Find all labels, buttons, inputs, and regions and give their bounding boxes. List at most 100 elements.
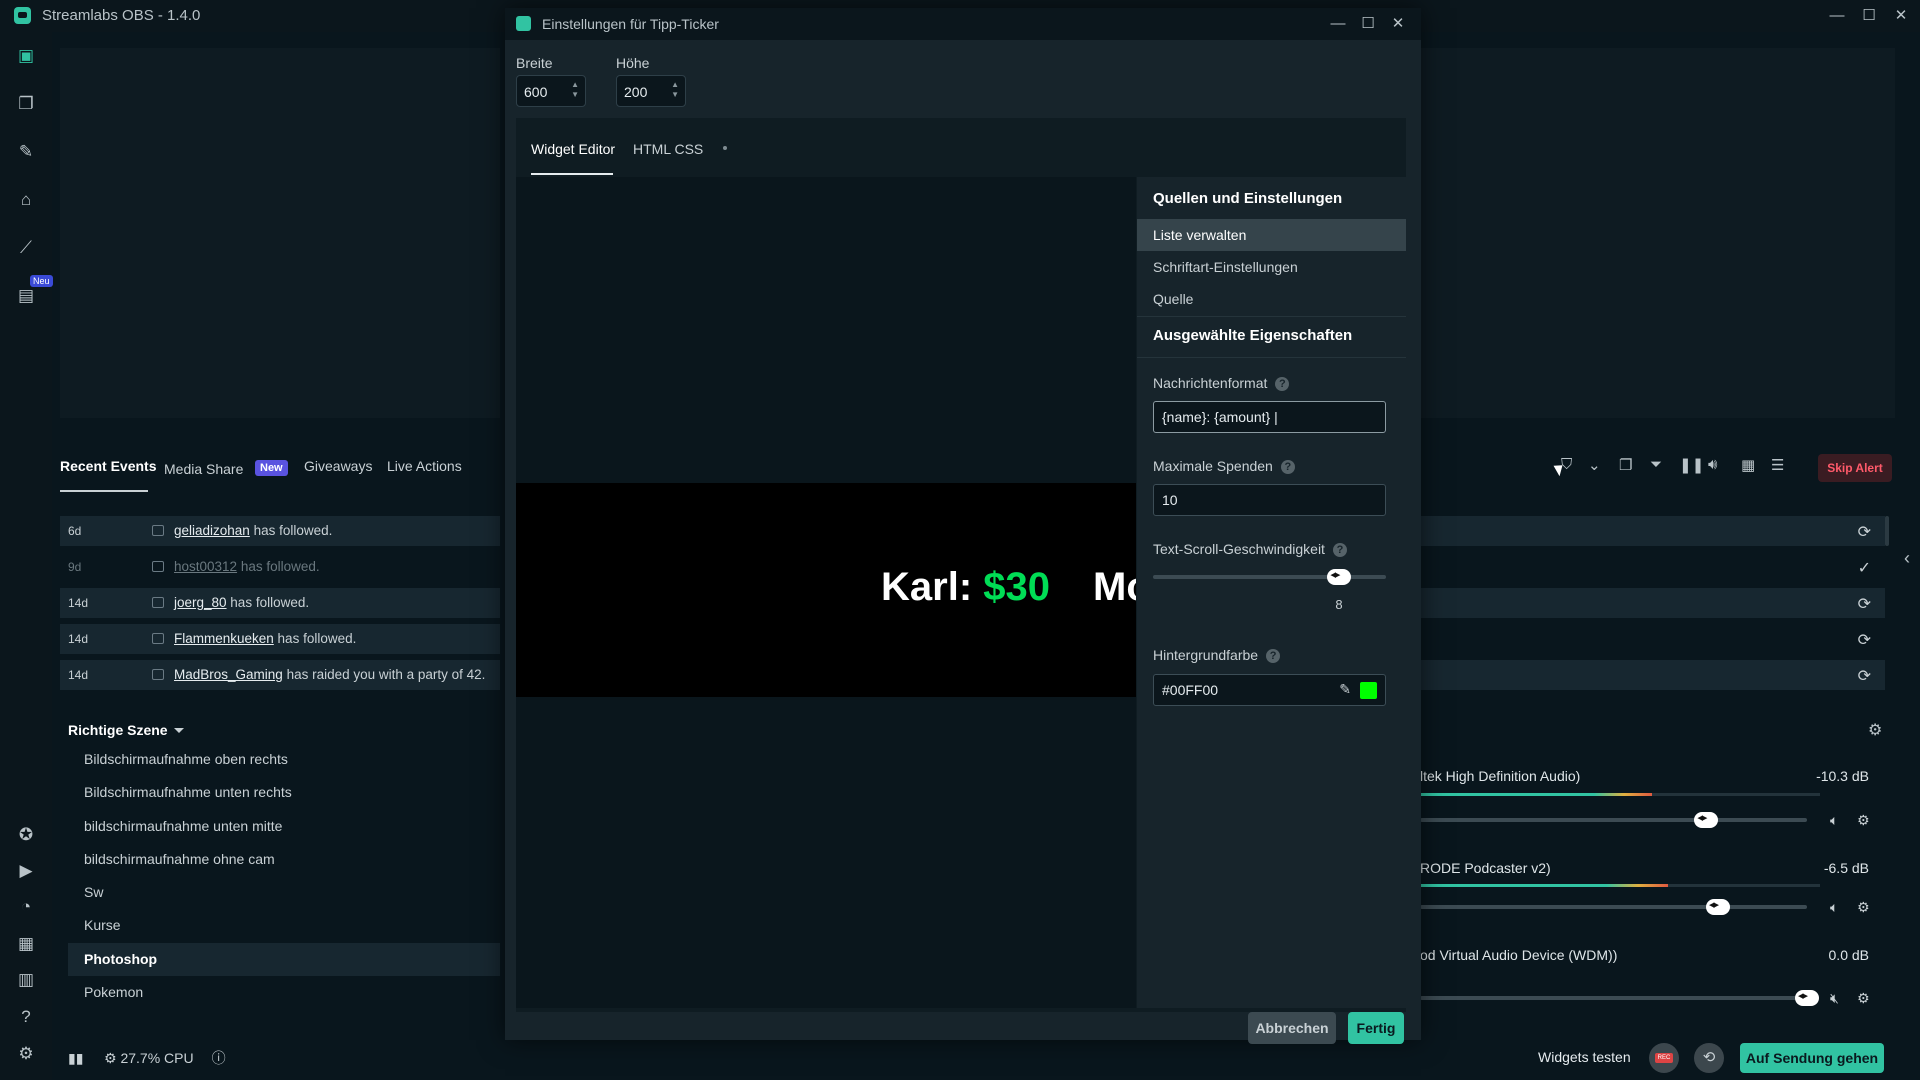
event-user-link[interactable]: Flammenkueken (174, 631, 274, 646)
repeat-icon[interactable]: ⟳ (1858, 666, 1871, 686)
replay-buffer-icon[interactable]: ⟲ (1694, 1043, 1724, 1073)
bg-color-input[interactable]: #00FF00 ✎ (1153, 674, 1386, 706)
scene-item[interactable]: Bildschirmaufnahme oben rechts (68, 743, 500, 776)
widgets-test-button[interactable]: Widgets testen (1538, 1049, 1631, 1065)
pause-icon[interactable]: ❚❚ (1679, 456, 1704, 474)
dialog-close-button[interactable]: ✕ (1383, 11, 1413, 37)
tab-html-css[interactable]: HTML CSS (633, 141, 703, 157)
apps-grid-icon[interactable]: ▦ (15, 933, 37, 955)
alert-row[interactable]: ⟳ (1420, 516, 1885, 546)
gear-icon[interactable]: ⚙ (1857, 899, 1870, 916)
eyedropper-icon[interactable]: ✎ (1339, 681, 1351, 698)
mixer-settings-gear-icon[interactable]: ⚙ (1868, 720, 1882, 740)
store-icon[interactable]: ⌂ (15, 189, 37, 211)
sidebar-item-source[interactable]: Quelle (1137, 283, 1406, 315)
gear-icon[interactable]: ⚙ (1857, 990, 1870, 1007)
scene-item[interactable]: Pokemon (68, 976, 500, 1009)
tab-media-share[interactable]: Media Share (164, 461, 243, 477)
gear-icon[interactable]: ⚙ (1857, 812, 1870, 829)
go-live-button[interactable]: Auf Sendung gehen (1740, 1043, 1884, 1073)
help-icon[interactable]: ? (1332, 543, 1347, 557)
alert-row[interactable]: ⟳ (1420, 660, 1885, 690)
scroll-speed-slider-track[interactable] (1153, 575, 1386, 579)
dialog-minimize-button[interactable]: — (1323, 11, 1353, 37)
tab-live-actions[interactable]: Live Actions (387, 458, 462, 474)
minimize-button[interactable]: — (1820, 3, 1854, 29)
repeat-icon[interactable]: ⟳ (1858, 522, 1871, 542)
tab-widget-editor[interactable]: Widget Editor (531, 141, 615, 157)
volume-slider-track[interactable] (1420, 818, 1807, 822)
stepper-arrows-icon[interactable]: ▲ ▼ (571, 80, 579, 100)
scene-item-active[interactable]: Photoshop (68, 942, 500, 977)
prime-icon[interactable]: ✪ (15, 824, 37, 846)
sidebar-item-font-settings[interactable]: Schriftart-Einstellungen (1137, 251, 1406, 283)
width-input[interactable]: 600 ▲ ▼ (516, 75, 586, 107)
close-button[interactable]: ✕ (1884, 3, 1918, 29)
repeat-icon[interactable]: ⟳ (1858, 594, 1871, 614)
maximize-button[interactable]: ☐ (1852, 3, 1886, 29)
alert-row[interactable]: ✓ (1420, 552, 1885, 582)
height-input[interactable]: 200 ▲ ▼ (616, 75, 686, 107)
help-icon[interactable]: ? (1266, 649, 1281, 663)
event-row[interactable]: 14d joerg_80 has followed. (60, 588, 500, 618)
themes-icon[interactable]: ✎ (15, 141, 37, 163)
volume-slider-track[interactable] (1420, 905, 1807, 909)
max-donations-input[interactable]: 10 (1153, 484, 1386, 516)
sidebar-item-manage-list[interactable]: Liste verwalten (1137, 219, 1406, 251)
tab-recent-events[interactable]: Recent Events (60, 458, 156, 474)
volume-slider-knob[interactable] (1694, 811, 1719, 828)
scene-collection-dropdown[interactable]: Richtige Szene (68, 722, 168, 738)
event-user-link[interactable]: joerg_80 (174, 595, 227, 610)
cancel-button[interactable]: Abbrechen (1248, 1012, 1336, 1044)
help-icon[interactable]: ? (1280, 460, 1295, 474)
color-swatch[interactable] (1360, 682, 1377, 699)
scrollbar[interactable] (1885, 516, 1889, 546)
volume-slider-knob[interactable] (1705, 898, 1730, 915)
tab-giveaways[interactable]: Giveaways (304, 458, 372, 474)
chevron-left-icon[interactable]: ‹ (1904, 548, 1910, 569)
speaker-icon[interactable]: 🔈︎ (1830, 899, 1838, 916)
play-icon[interactable]: ▶ (15, 860, 37, 882)
help-icon[interactable]: ? (15, 1006, 37, 1028)
scene-item[interactable]: Bildschirmaufnahme unten rechts (68, 776, 500, 809)
record-button[interactable]: REC (1649, 1043, 1679, 1073)
list-view-icon[interactable]: ☰ (1771, 456, 1784, 474)
help-icon[interactable]: ? (1275, 377, 1290, 391)
done-button[interactable]: Fertig (1348, 1012, 1404, 1044)
scroll-speed-slider-knob[interactable] (1327, 568, 1352, 585)
scene-item[interactable]: Sw (68, 876, 500, 909)
filter-icon[interactable]: ⏷ (1650, 456, 1662, 473)
volume-slider-track[interactable] (1420, 996, 1807, 1000)
stepper-arrows-icon[interactable]: ▲ ▼ (671, 80, 679, 100)
library-icon[interactable]: ❐ (15, 93, 37, 115)
event-user-link[interactable]: host00312 (174, 559, 237, 574)
scene-item[interactable]: Kurse (68, 909, 500, 942)
dialog-maximize-button[interactable]: ☐ (1353, 11, 1383, 37)
event-row[interactable]: 14d Flammenkueken has followed. (60, 624, 500, 654)
alert-row[interactable]: ⟳ (1420, 588, 1885, 618)
scene-item[interactable]: bildschirmaufnahme unten mitte (68, 810, 500, 843)
message-format-input[interactable]: {name}: {amount} | (1153, 401, 1386, 433)
editor-icon[interactable]: ▣ (15, 45, 37, 67)
dashboard-chart-icon[interactable]: ⟋ (15, 237, 37, 259)
layout-icon[interactable]: ▥ (15, 969, 37, 991)
studio-mode-icon[interactable]: ▤ (15, 285, 37, 307)
skip-alert-button[interactable]: Skip Alert (1818, 454, 1892, 482)
event-row[interactable]: 6d geliadizohan has followed. (60, 516, 500, 546)
speaker-icon[interactable]: 🔈︎ (1830, 812, 1838, 829)
info-icon[interactable]: ⓘ (212, 1050, 226, 1066)
alert-row[interactable]: ⟳ (1420, 624, 1885, 654)
event-user-link[interactable]: MadBros_Gaming (174, 667, 283, 682)
settings-gear-icon[interactable]: ⚙ (15, 1043, 37, 1065)
event-row[interactable]: 14d MadBros_Gaming has raided you with a… (60, 660, 500, 690)
event-row[interactable]: 9d host00312 has followed. (60, 552, 500, 582)
chevron-down-icon[interactable] (174, 728, 184, 733)
widget-preview-canvas[interactable]: Karl: $30 Mo (516, 177, 1136, 1008)
chevron-down-icon[interactable]: ⌄ (1588, 456, 1601, 474)
copy-icon[interactable]: ❐ (1619, 456, 1632, 474)
volume-slider-knob[interactable] (1795, 989, 1819, 1006)
muted-speaker-icon[interactable]: 🔇︎ (1830, 990, 1839, 1007)
scene-item[interactable]: bildschirmaufnahme ohne cam (68, 843, 500, 876)
repeat-icon[interactable]: ⟳ (1858, 630, 1871, 650)
event-user-link[interactable]: geliadizohan (174, 523, 250, 538)
